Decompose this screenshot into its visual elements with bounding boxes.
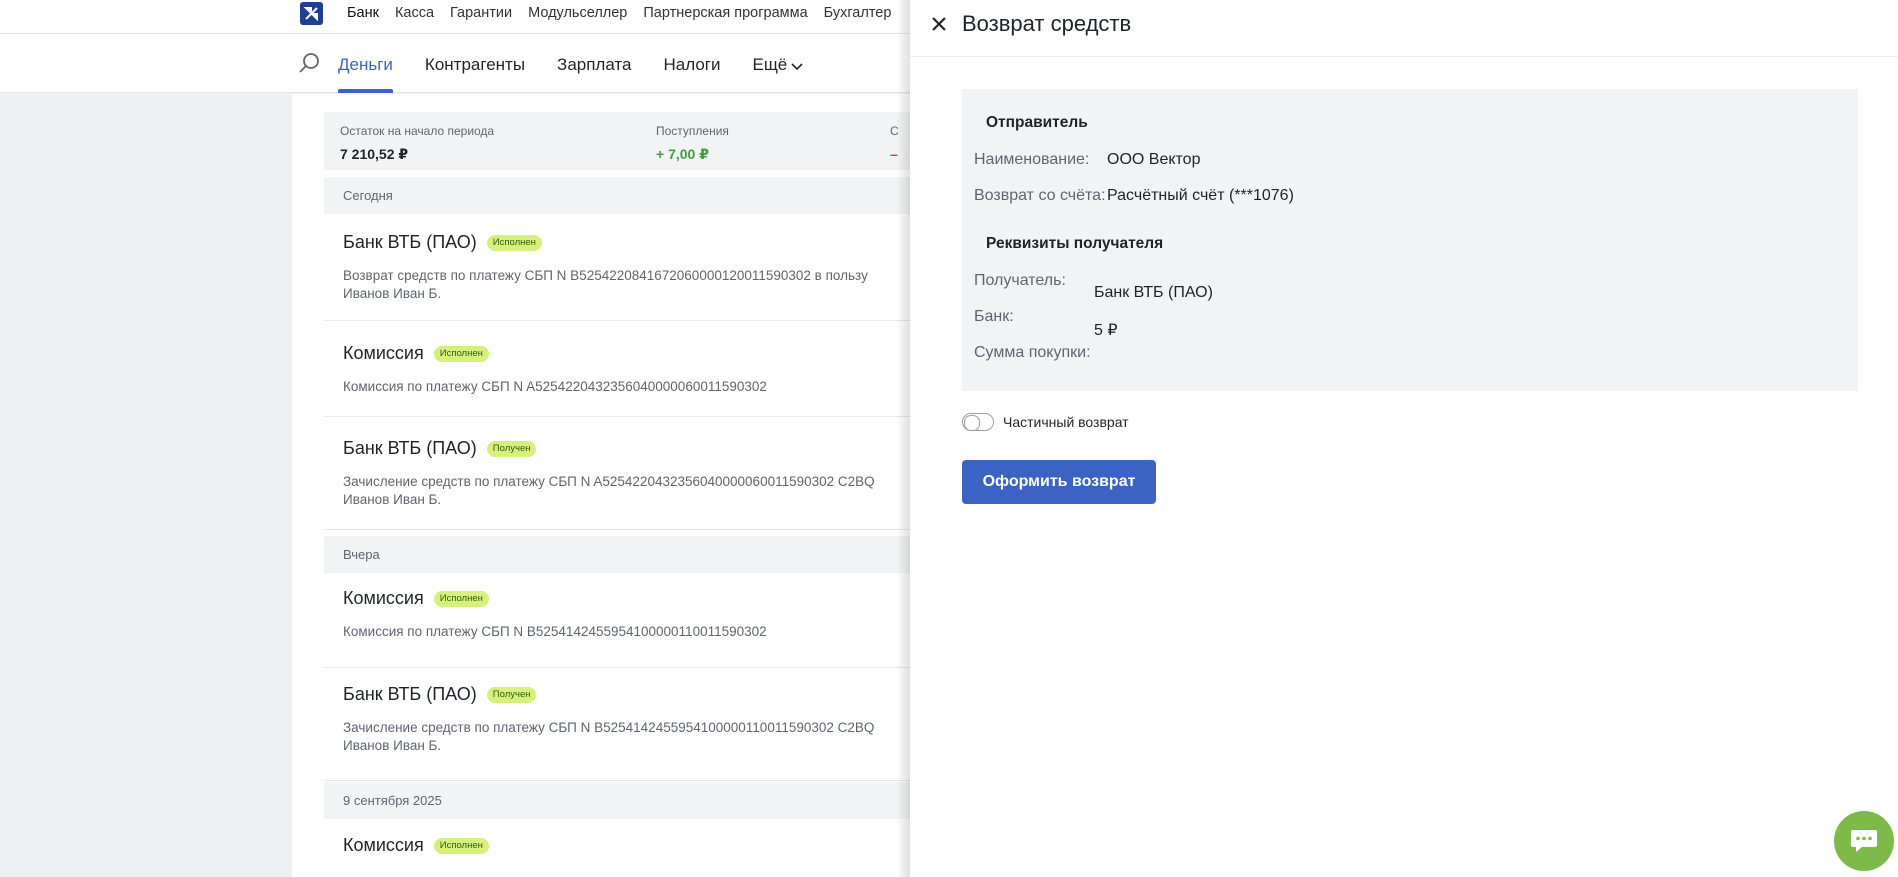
status-badge: Исполнен — [433, 837, 489, 854]
period-summary: Остаток на начало периода 7 210,52 ₽ Пос… — [324, 112, 924, 170]
tab-taxes-label: Налоги — [663, 55, 721, 74]
operation-description: Комиссия по платежу СБП N B5254142455954… — [343, 623, 924, 641]
income-summary: Поступления + 7,00 ₽ — [656, 124, 729, 163]
tab-counterparties-label: Контрагенты — [424, 55, 526, 74]
operation-description-line: Комиссия по платежу СБП N B5254142455954… — [343, 624, 767, 639]
amount-value: 5 ₽ — [1094, 322, 1118, 339]
day-header-today: Сегодня — [324, 177, 924, 214]
refund-details-card: Отправитель Наименование: ООО Вектор Воз… — [962, 89, 1858, 391]
topnav-partner-program[interactable]: Партнерская программа — [643, 5, 807, 21]
operation-payer: Иванов Иван Б. — [343, 738, 442, 753]
tab-more[interactable]: Ещё — [752, 34, 803, 93]
partial-refund-row: Частичный возврат — [962, 413, 1129, 431]
submit-refund-button[interactable]: Оформить возврат — [962, 460, 1156, 504]
refund-panel: Возврат средств Отправитель Наименование… — [910, 0, 1898, 877]
income-value: + 7,00 ₽ — [656, 146, 709, 162]
close-icon[interactable] — [928, 13, 950, 40]
operation-item[interactable]: Комиссия Исполнен Комиссия по платежу СБ… — [324, 573, 924, 668]
opening-balance-value: 7 210,52 ₽ — [340, 146, 409, 162]
topnav-moduleseller[interactable]: Модульселлер — [528, 5, 627, 21]
operation-title: Комиссия — [343, 588, 424, 608]
income-label: Поступления — [656, 124, 729, 138]
amount-label: Сумма покупки: — [974, 344, 1091, 361]
operation-description: Возврат средств по платежу СБП N B525422… — [343, 267, 924, 303]
operation-item[interactable]: Комиссия Исполнен — [324, 819, 924, 877]
status-badge: Исполнен — [433, 345, 489, 362]
operation-description-line: Зачисление средств по платежу СБП N B525… — [343, 720, 875, 735]
sender-heading: Отправитель — [986, 114, 1088, 131]
topnav-accountant[interactable]: Бухгалтер — [824, 5, 892, 21]
operation-item[interactable]: Банк ВТБ (ПАО) Получен Зачисление средст… — [324, 417, 924, 530]
operation-description-line: Зачисление средств по платежу СБП N A525… — [343, 474, 875, 489]
opening-balance: Остаток на начало периода 7 210,52 ₽ — [340, 124, 494, 163]
tab-counterparties[interactable]: Контрагенты — [425, 34, 525, 93]
topnav-bank[interactable]: Банк — [347, 5, 379, 21]
panel-shadow — [896, 0, 910, 877]
recipient-heading: Реквизиты получателя — [986, 235, 1164, 252]
partial-refund-toggle[interactable] — [962, 413, 994, 431]
chevron-down-icon — [791, 35, 803, 97]
operation-description: Зачисление средств по платежу СБП N A525… — [343, 473, 924, 509]
operation-title: Банк ВТБ (ПАО) — [343, 684, 477, 704]
topnav-kassa[interactable]: Касса — [395, 5, 434, 21]
status-badge: Исполнен — [486, 234, 542, 251]
operation-payer: Иванов Иван Б. — [343, 492, 442, 507]
chat-icon — [1851, 830, 1877, 852]
status-badge: Получен — [486, 686, 537, 703]
chat-button[interactable] — [1834, 811, 1894, 871]
operation-description-line: Возврат средств по платежу СБП N B525422… — [343, 268, 868, 283]
tab-more-label: Ещё — [752, 55, 788, 74]
bank-logo[interactable] — [300, 2, 323, 25]
operation-description: Зачисление средств по платежу СБП N B525… — [343, 719, 924, 755]
status-badge: Исполнен — [433, 590, 489, 607]
tab-salary[interactable]: Зарплата — [557, 34, 631, 93]
tab-salary-label: Зарплата — [557, 55, 632, 74]
operation-description-line: Комиссия по платежу СБП N A5254220432356… — [343, 379, 767, 394]
sender-name-label: Наименование: — [974, 151, 1090, 168]
account-value: Расчётный счёт (***1076) — [1107, 187, 1294, 204]
day-header-yesterday: Вчера — [324, 536, 924, 573]
opening-balance-label: Остаток на начало периода — [340, 124, 495, 138]
operation-title: Комиссия — [343, 835, 424, 855]
operation-title: Банк ВТБ (ПАО) — [343, 438, 477, 458]
operations-column: Остаток на начало периода 7 210,52 ₽ Пос… — [292, 94, 924, 877]
status-badge: Получен — [486, 440, 537, 457]
account-label: Возврат со счёта: — [974, 187, 1106, 204]
partial-refund-label: Частичный возврат — [1003, 414, 1129, 430]
recipient-label: Получатель: — [974, 272, 1066, 289]
app-root: Банк Касса Гарантии Модульселлер Партнер… — [0, 0, 1898, 877]
operation-item[interactable]: Банк ВТБ (ПАО) Получен Зачисление средст… — [324, 668, 924, 781]
operation-item[interactable]: Банк ВТБ (ПАО) Исполнен Возврат средств … — [324, 214, 924, 321]
tab-money-label: Деньги — [338, 55, 393, 74]
tab-taxes[interactable]: Налоги — [663, 34, 720, 93]
operation-title: Банк ВТБ (ПАО) — [343, 232, 477, 252]
operation-item[interactable]: Комиссия Исполнен Комиссия по платежу СБ… — [324, 321, 924, 417]
search-icon[interactable] — [298, 52, 320, 79]
panel-header: Возврат средств — [910, 0, 1898, 57]
operation-title: Комиссия — [343, 343, 424, 363]
topnav-guarantees[interactable]: Гарантии — [450, 5, 512, 21]
bank-value: Банк ВТБ (ПАО) — [1094, 284, 1213, 301]
operation-payer: Иванов Иван Б. — [343, 286, 442, 301]
top-nav: Банк Касса Гарантии Модульселлер Партнер… — [347, 5, 907, 21]
tab-money[interactable]: Деньги — [338, 34, 393, 93]
section-tabs: Деньги Контрагенты Зарплата Налоги Ещё — [338, 34, 835, 93]
operation-description: Комиссия по платежу СБП N A5254220432356… — [343, 378, 924, 396]
day-header-sep-9: 9 сентября 2025 — [324, 782, 924, 819]
bank-label: Банк: — [974, 308, 1014, 325]
sender-name-value: ООО Вектор — [1107, 151, 1201, 168]
panel-title: Возврат средств — [962, 11, 1132, 36]
